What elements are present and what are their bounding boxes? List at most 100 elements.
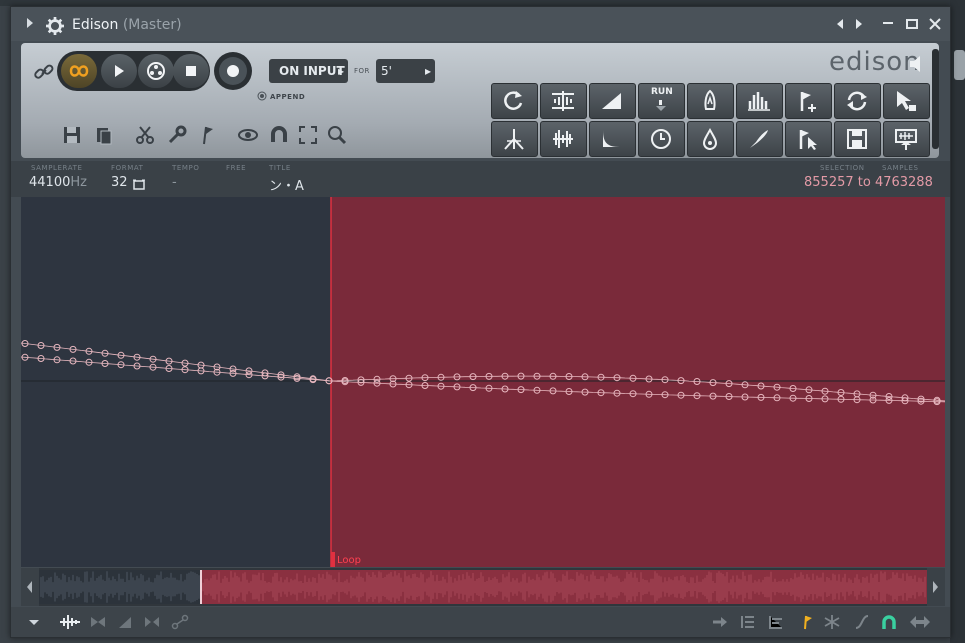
stereo-tool[interactable] xyxy=(491,121,538,157)
format-box-icon[interactable] xyxy=(132,178,146,191)
expand-horizontal-icon[interactable] xyxy=(909,614,931,630)
align-list-icon[interactable] xyxy=(739,614,757,630)
bowtie-icon[interactable] xyxy=(89,614,107,630)
window-title-text: Edison xyxy=(72,17,119,33)
add-marker-tool[interactable] xyxy=(785,83,832,119)
refresh-icon xyxy=(847,91,867,111)
edison-logo: edison xyxy=(829,47,921,77)
infinity-loop-icon xyxy=(69,65,89,77)
overview-scrollbar[interactable] xyxy=(21,568,945,606)
waveform-canvas[interactable]: Loop xyxy=(21,197,945,567)
magnet-snap-icon[interactable] xyxy=(880,614,898,630)
record-trigger-value: ON INPUT xyxy=(279,64,345,78)
close-icon[interactable] xyxy=(928,17,942,31)
overview-selected[interactable] xyxy=(201,570,927,604)
record-duration-dropdown[interactable]: 5' ▸ xyxy=(376,59,435,83)
eye-icon[interactable] xyxy=(237,124,259,146)
waveform-icon[interactable] xyxy=(59,614,81,630)
normalize-tool[interactable] xyxy=(540,83,587,119)
curve-icon[interactable] xyxy=(853,614,871,630)
paste-icon[interactable] xyxy=(93,124,115,146)
play-button[interactable] xyxy=(101,54,137,88)
fade-out-tool[interactable] xyxy=(589,121,636,157)
dropdown-arrow-icon: ▸ xyxy=(337,64,344,78)
menu-down-icon[interactable] xyxy=(25,614,43,630)
overview-handle[interactable] xyxy=(200,570,202,604)
loop-marker-label[interactable]: Loop xyxy=(337,555,361,566)
control-panel: edison APPEND ON INPUT ▸ FOR 5' ▸ RUN xyxy=(21,43,939,158)
samplerate-display[interactable]: 44100Hz xyxy=(29,175,87,190)
selection-value[interactable]: 855257 to 4763288 xyxy=(804,175,933,190)
panel-scrollbar[interactable] xyxy=(932,49,939,149)
select-tool[interactable] xyxy=(883,83,930,119)
magnet-icon[interactable] xyxy=(268,124,290,146)
tempo-tool[interactable] xyxy=(638,121,685,157)
run-arrow-icon xyxy=(656,100,666,111)
samples-label: SAMPLES xyxy=(882,164,919,172)
trend-icon[interactable] xyxy=(767,614,785,630)
next-window-icon[interactable] xyxy=(851,17,865,31)
link-nodes-icon[interactable] xyxy=(171,614,189,630)
tempo-value[interactable]: - xyxy=(172,175,177,190)
dry-tool[interactable] xyxy=(687,121,734,157)
title-bar[interactable]: Edison (Master) xyxy=(11,7,950,41)
gear-icon[interactable] xyxy=(46,17,64,35)
scissors-icon[interactable] xyxy=(134,124,156,146)
loop-button[interactable] xyxy=(61,54,97,88)
split-icon[interactable] xyxy=(143,614,161,630)
minimize-icon[interactable] xyxy=(881,17,895,31)
select-all-icon[interactable] xyxy=(297,124,319,146)
host-background-right xyxy=(950,0,965,643)
selection-label: SELECTION xyxy=(820,164,865,172)
spectrum-bars-icon xyxy=(748,92,770,111)
title-value[interactable]: ン・A xyxy=(269,175,304,194)
selected-region[interactable] xyxy=(331,197,945,567)
spectrum-tool[interactable] xyxy=(736,83,783,119)
append-radio-icon[interactable] xyxy=(257,91,267,101)
for-label: FOR xyxy=(354,67,370,75)
brush-tool[interactable] xyxy=(736,121,783,157)
speaker-icon[interactable] xyxy=(910,55,924,73)
marker-flag-icon[interactable] xyxy=(198,124,220,146)
link-icon[interactable] xyxy=(33,61,55,83)
run-label: RUN xyxy=(651,87,673,97)
tempo-label: TEMPO xyxy=(172,164,200,172)
zoom-icon[interactable] xyxy=(326,124,348,146)
rocket-icon xyxy=(704,89,716,110)
prev-window-icon[interactable] xyxy=(834,17,848,31)
info-bar: SAMPLERATE 44100Hz FORMAT 32 TEMPO - FRE… xyxy=(11,161,950,197)
marker-settings-tool[interactable] xyxy=(785,121,832,157)
bottom-toolbar xyxy=(11,607,950,637)
edison-window: Edison (Master) edison APPEND ON INPUT ▸… xyxy=(10,6,951,638)
wrench-icon[interactable] xyxy=(166,124,188,146)
save-icon[interactable] xyxy=(61,124,83,146)
format-label: FORMAT xyxy=(111,164,144,172)
save-file-tool[interactable] xyxy=(834,121,881,157)
blur-tool[interactable] xyxy=(687,83,734,119)
ramp-icon[interactable] xyxy=(116,614,134,630)
window-title: Edison (Master) xyxy=(72,17,182,33)
fade-in-tool[interactable] xyxy=(589,83,636,119)
record-trigger-dropdown[interactable]: ON INPUT ▸ xyxy=(269,59,348,83)
waveform-view[interactable]: Loop xyxy=(21,197,945,567)
refresh-tool[interactable] xyxy=(834,83,881,119)
reverse-tool[interactable] xyxy=(491,83,538,119)
samplerate-value: 44100 xyxy=(29,175,71,190)
format-value[interactable]: 32 xyxy=(111,175,128,190)
run-tool[interactable]: RUN xyxy=(638,83,685,119)
append-label: APPEND xyxy=(270,93,306,101)
maximize-icon[interactable] xyxy=(905,17,919,31)
drag-out-tool[interactable] xyxy=(883,121,930,157)
host-scroll-handle[interactable] xyxy=(954,50,965,80)
window-menu-arrow-icon[interactable] xyxy=(27,18,33,28)
record-button[interactable] xyxy=(214,52,252,90)
record-icon xyxy=(219,57,247,85)
arrow-right-icon[interactable] xyxy=(711,614,729,630)
stop-button[interactable] xyxy=(173,54,209,88)
declick-tool[interactable] xyxy=(540,121,587,157)
loop-marker-flag[interactable] xyxy=(331,552,335,567)
overview-canvas[interactable] xyxy=(21,568,945,606)
scrub-button[interactable] xyxy=(138,54,174,88)
snowflake-icon[interactable] xyxy=(823,614,841,630)
marker-yellow-icon[interactable] xyxy=(799,614,817,630)
